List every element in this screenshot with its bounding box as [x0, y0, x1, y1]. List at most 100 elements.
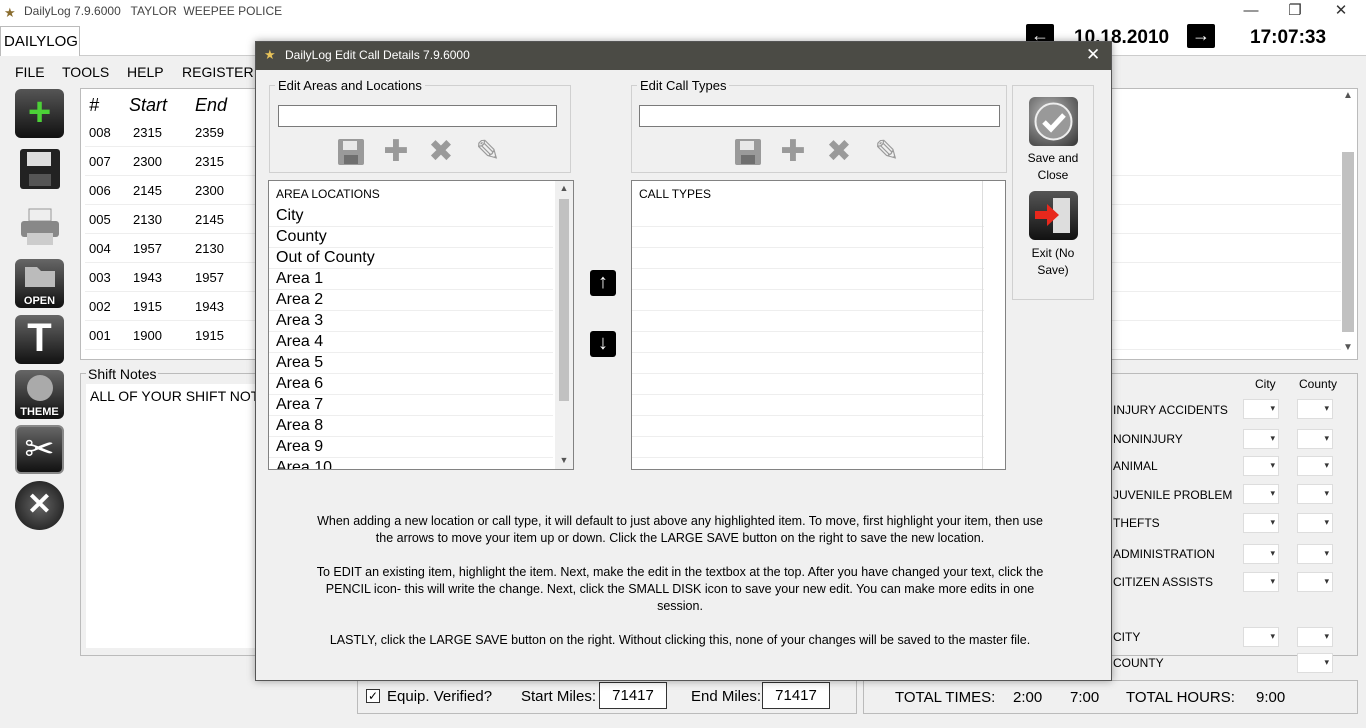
list-item[interactable]: Area 3	[269, 311, 553, 332]
stat-county-combo[interactable]: ▾	[1297, 429, 1333, 449]
table-row[interactable]: 002 1915 1943	[85, 292, 255, 321]
list-item[interactable]	[1111, 234, 1341, 263]
list-item[interactable]	[632, 311, 984, 332]
stat-city-combo[interactable]: ▾	[1243, 484, 1279, 504]
table-row[interactable]: 008 2315 2359	[85, 118, 255, 147]
county-combo[interactable]: ▾	[1297, 653, 1333, 673]
list-item[interactable]	[1111, 205, 1341, 234]
list-item[interactable]	[632, 269, 984, 290]
area-edit-input[interactable]	[278, 105, 557, 127]
stat-city-combo[interactable]: ▾	[1243, 456, 1279, 476]
table-row[interactable]: 006 2145 2300	[85, 176, 255, 205]
menu-file[interactable]: FILE	[15, 64, 45, 80]
print-button[interactable]	[15, 203, 64, 252]
stat-county-combo[interactable]: ▾	[1297, 484, 1333, 504]
list-item[interactable]: County	[269, 227, 553, 248]
city-county-combo[interactable]: ▾	[1297, 627, 1333, 647]
scroll-thumb[interactable]	[559, 199, 569, 401]
stat-city-combo[interactable]: ▾	[1243, 544, 1279, 564]
stat-city-combo[interactable]: ▾	[1243, 572, 1279, 592]
list-item[interactable]: Area 6	[269, 374, 553, 395]
list-item[interactable]: Area 4	[269, 332, 553, 353]
stat-city-combo[interactable]: ▾	[1243, 513, 1279, 533]
tab-dailylog[interactable]: DAILYLOG	[0, 26, 80, 56]
list-item[interactable]: Area 7	[269, 395, 553, 416]
area-list-scrollbar[interactable]: ▲ ▼	[555, 181, 573, 469]
list-item[interactable]: Area 10	[269, 458, 553, 469]
save-log-button[interactable]	[15, 146, 64, 195]
area-locations-list[interactable]: AREA LOCATIONS City County Out of County…	[268, 180, 574, 470]
scroll-down-icon[interactable]: ▼	[1340, 342, 1356, 356]
area-save-disk-icon[interactable]	[335, 137, 367, 169]
list-item[interactable]: Out of County	[269, 248, 553, 269]
list-item[interactable]	[632, 353, 984, 374]
calltype-edit-pencil-icon[interactable]: ✎	[871, 137, 903, 169]
menu-tools[interactable]: TOOLS	[62, 64, 109, 80]
open-button[interactable]: OPEN	[15, 259, 64, 308]
call-list-scrollbar[interactable]: ▲ ▼	[1340, 90, 1356, 358]
exit-app-button[interactable]: ✕	[15, 481, 64, 530]
list-item[interactable]	[632, 206, 984, 227]
start-miles-input[interactable]: 71417	[599, 682, 667, 709]
area-edit-pencil-icon[interactable]: ✎	[472, 137, 504, 169]
table-row[interactable]: 003 1943 1957	[85, 263, 255, 292]
settings-tools-button[interactable]: ✂	[15, 425, 64, 474]
move-up-arrow-icon[interactable]: ↑	[590, 270, 616, 296]
area-add-icon[interactable]: ✚	[380, 137, 412, 169]
stat-city-combo[interactable]: ▾	[1243, 399, 1279, 419]
list-item[interactable]	[1111, 147, 1341, 176]
list-item[interactable]: Area 8	[269, 416, 553, 437]
shift-notes-textarea[interactable]: ALL OF YOUR SHIFT NOTES	[86, 384, 256, 648]
list-item[interactable]	[632, 248, 984, 269]
city-combo[interactable]: ▾	[1243, 627, 1279, 647]
stat-county-combo[interactable]: ▾	[1297, 572, 1333, 592]
move-down-arrow-icon[interactable]: ↓	[590, 331, 616, 357]
table-row[interactable]: 007 2300 2315	[85, 147, 255, 176]
menu-help[interactable]: HELP	[127, 64, 164, 80]
restore-button[interactable]: ❐	[1272, 0, 1318, 24]
area-delete-icon[interactable]: ✖	[425, 137, 457, 169]
calltype-add-icon[interactable]: ✚	[777, 137, 809, 169]
text-button[interactable]: T	[15, 315, 64, 364]
scroll-up-icon[interactable]: ▲	[555, 183, 573, 193]
list-item[interactable]: Area 2	[269, 290, 553, 311]
menu-register[interactable]: REGISTER	[182, 64, 254, 80]
stat-city-combo[interactable]: ▾	[1243, 429, 1279, 449]
calltype-edit-input[interactable]	[639, 105, 1000, 127]
list-item[interactable]	[1111, 321, 1341, 350]
list-item[interactable]	[632, 395, 984, 416]
list-item[interactable]: Area 9	[269, 437, 553, 458]
calltype-save-disk-icon[interactable]	[732, 137, 764, 169]
close-window-button[interactable]: ✕	[1318, 0, 1364, 24]
stat-county-combo[interactable]: ▾	[1297, 399, 1333, 419]
equip-verified-checkbox[interactable]: ✓	[366, 689, 380, 703]
list-item[interactable]	[1111, 176, 1341, 205]
list-item[interactable]	[632, 290, 984, 311]
exit-no-save-button[interactable]	[1029, 191, 1078, 240]
scroll-thumb[interactable]	[1342, 152, 1354, 332]
list-item[interactable]: Area 1	[269, 269, 553, 290]
add-entry-button[interactable]: +	[15, 89, 64, 138]
table-row[interactable]: 004 1957 2130	[85, 234, 255, 263]
next-date-icon[interactable]: →	[1187, 24, 1215, 48]
scroll-up-icon[interactable]: ▲	[1340, 90, 1356, 104]
call-types-list[interactable]: CALL TYPES	[631, 180, 1006, 470]
minimize-button[interactable]: —	[1228, 0, 1274, 24]
end-miles-input[interactable]: 71417	[762, 682, 830, 709]
table-row[interactable]: 005 2130 2145	[85, 205, 255, 234]
calltype-delete-icon[interactable]: ✖	[823, 137, 855, 169]
list-item[interactable]	[1111, 263, 1341, 292]
list-item[interactable]	[632, 416, 984, 437]
dialog-close-icon[interactable]: ✕	[1086, 45, 1100, 65]
list-item[interactable]	[632, 332, 984, 353]
save-and-close-button[interactable]	[1029, 97, 1078, 146]
table-row[interactable]: 001 1900 1915	[85, 321, 255, 350]
list-item[interactable]	[632, 374, 984, 395]
stat-county-combo[interactable]: ▾	[1297, 544, 1333, 564]
stat-county-combo[interactable]: ▾	[1297, 456, 1333, 476]
scroll-down-icon[interactable]: ▼	[555, 455, 573, 465]
list-item[interactable]	[1111, 292, 1341, 321]
list-item[interactable]	[632, 437, 984, 458]
list-item[interactable]	[632, 227, 984, 248]
list-item[interactable]: Area 5	[269, 353, 553, 374]
